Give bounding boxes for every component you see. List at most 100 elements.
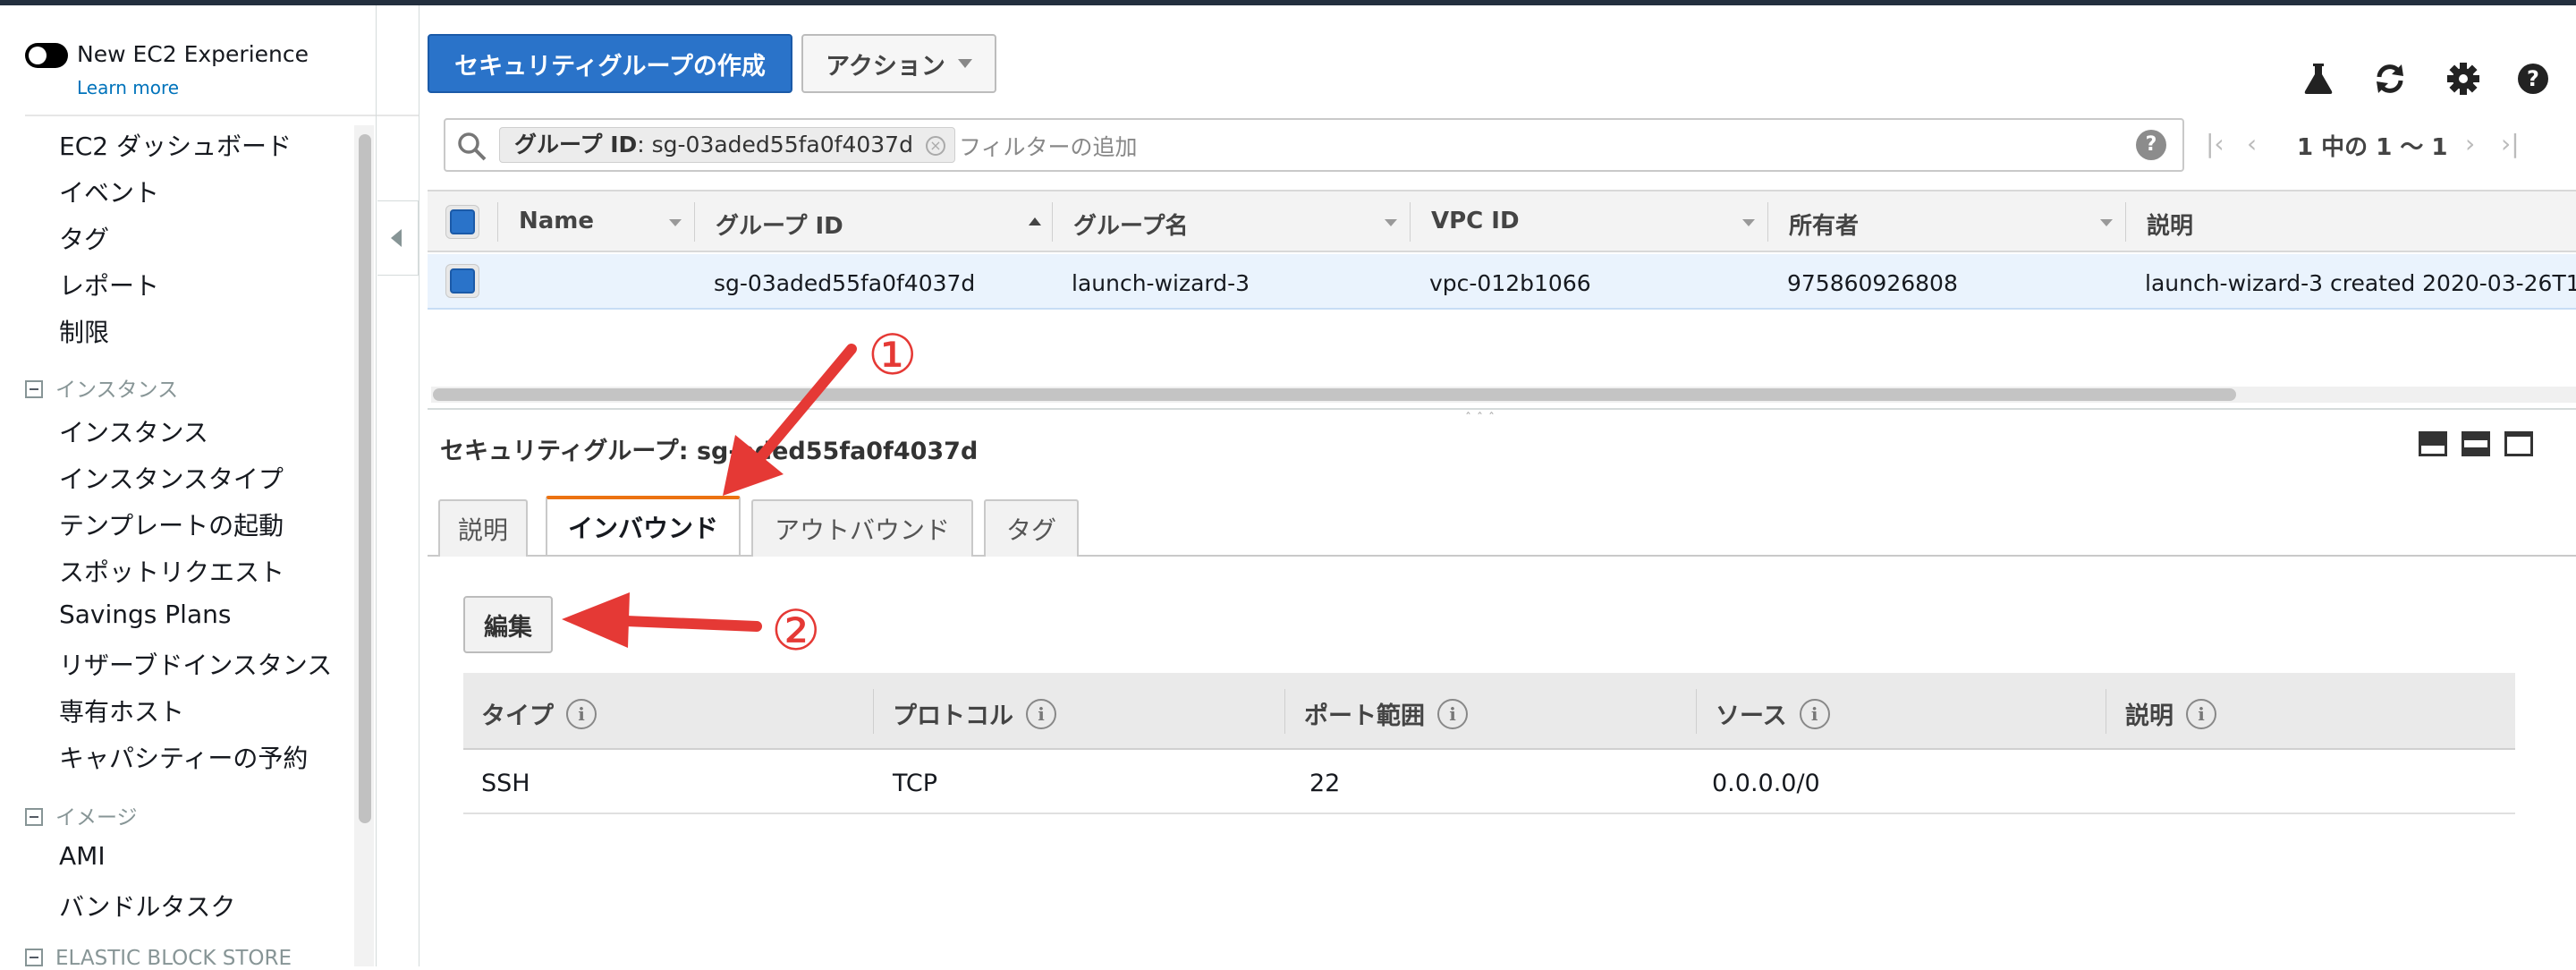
tab-inbound[interactable]: インバウンド — [546, 496, 741, 555]
inbound-rule-row: SSH TCP 22 0.0.0.0/0 — [463, 752, 2515, 814]
inbound-rules-header: タイプ i プロトコル i ポート範囲 i ソース i 説明 i — [463, 673, 2515, 750]
filter-chip-value: : sg-03aded55fa0f4037d — [637, 132, 913, 157]
cell-vpc-id: vpc-012b1066 — [1429, 270, 1591, 296]
first-page-icon[interactable]: |‹ — [2206, 129, 2224, 158]
tab-outbound[interactable]: アウトバウンド — [751, 499, 973, 557]
column-separator — [873, 689, 874, 734]
search-icon — [458, 132, 487, 161]
table-horizontal-scrollbar-thumb[interactable] — [433, 388, 2236, 401]
actions-label: アクション — [826, 52, 945, 81]
svg-text:?: ? — [2527, 66, 2539, 91]
section-label: イメージ — [55, 806, 138, 830]
refresh-icon[interactable] — [2370, 59, 2410, 98]
sidebar-item-ami[interactable]: AMI — [59, 841, 106, 871]
create-security-group-button[interactable]: セキュリティグループの作成 — [428, 34, 792, 93]
sidebar-item-limits[interactable]: 制限 — [59, 313, 109, 349]
sort-caret-icon[interactable] — [1742, 219, 1755, 226]
sidebar-item-reserved-instances[interactable]: リザーブドインスタンス — [59, 646, 332, 682]
column-header-vpc-id[interactable]: VPC ID — [1431, 208, 1520, 234]
collapse-sidebar-handle[interactable] — [377, 200, 419, 276]
sort-ascending-icon[interactable] — [1029, 217, 1041, 225]
info-icon[interactable]: i — [1437, 698, 1468, 729]
splitter-grip-icon[interactable]: ˆˆˆ — [1465, 412, 1500, 426]
sidebar-item-instances[interactable]: インスタンス — [59, 413, 208, 449]
close-icon[interactable]: × — [925, 136, 945, 156]
column-separator — [1284, 689, 1285, 734]
panel-splitter[interactable] — [428, 408, 2576, 410]
arrow-2 — [562, 592, 762, 648]
tabs-baseline — [428, 555, 2576, 557]
layout-bottom-icon[interactable] — [2419, 431, 2447, 456]
sort-caret-icon[interactable] — [1385, 219, 1397, 226]
rule-column-label: ソース — [1716, 702, 1787, 730]
filter-chip[interactable]: グループ ID: sg-03aded55fa0f4037d × — [499, 127, 955, 163]
next-page-icon[interactable]: › — [2465, 129, 2475, 158]
detail-title-prefix: セキュリティグループ: sg- — [440, 438, 739, 465]
rule-column-label: プロトコル — [893, 702, 1013, 730]
collapse-minus-icon[interactable] — [25, 380, 43, 398]
table-row[interactable]: sg-03aded55fa0f4037d launch-wizard-3 vpc… — [428, 254, 2576, 310]
collapse-minus-icon[interactable] — [25, 808, 43, 826]
sidebar-section-instances[interactable]: インスタンス — [25, 372, 178, 403]
collapse-minus-icon[interactable] — [25, 949, 43, 966]
info-icon[interactable]: i — [2186, 698, 2216, 729]
sidebar-scrollbar-thumb[interactable] — [359, 134, 371, 823]
last-page-icon[interactable]: ›| — [2501, 129, 2520, 158]
column-header-owner[interactable]: 所有者 — [1789, 208, 1859, 241]
sidebar-item-events[interactable]: イベント — [59, 174, 159, 209]
rule-cell-type: SSH — [481, 770, 530, 797]
gear-icon[interactable] — [2444, 59, 2483, 98]
column-separator — [1052, 202, 1053, 242]
new-experience-toggle[interactable] — [25, 43, 68, 68]
edit-button[interactable]: 編集 — [463, 596, 553, 653]
rule-column-label: 説明 — [2125, 702, 2174, 730]
column-header-name[interactable]: Name — [519, 208, 594, 234]
learn-more-link[interactable]: Learn more — [77, 77, 179, 98]
sidebar-item-capacity-reservations[interactable]: キャパシティーの予約 — [59, 739, 308, 775]
sidebar-item-instance-types[interactable]: インスタンスタイプ — [59, 460, 284, 496]
layout-middle-icon[interactable] — [2462, 431, 2490, 456]
row-checkbox[interactable] — [450, 268, 475, 294]
layout-top-icon[interactable] — [2504, 431, 2533, 456]
sidebar-section-ebs[interactable]: ELASTIC BLOCK STORE — [25, 947, 292, 970]
help-icon[interactable]: ? — [2136, 130, 2166, 160]
sidebar-item-reports[interactable]: レポート — [59, 267, 159, 302]
column-separator — [1410, 202, 1411, 242]
sidebar-item-bundle-tasks[interactable]: バンドルタスク — [59, 888, 235, 923]
rule-column-description: 説明 i — [2125, 696, 2216, 731]
prev-page-icon[interactable]: ‹ — [2247, 129, 2257, 158]
column-separator — [1696, 689, 1697, 734]
tab-description[interactable]: 説明 — [438, 499, 528, 557]
sidebar-item-dedicated-hosts[interactable]: 専有ホスト — [59, 693, 184, 728]
actions-dropdown-button[interactable]: アクション — [801, 34, 996, 93]
column-header-description[interactable]: 説明 — [2147, 208, 2193, 241]
cell-description: launch-wizard-3 created 2020-03-26T15 — [2145, 270, 2576, 296]
column-header-group-name[interactable]: グループ名 — [1073, 208, 1188, 241]
sort-caret-icon[interactable] — [669, 219, 682, 226]
detail-title-suffix: aded55fa0f4037d — [738, 438, 979, 465]
sort-caret-icon[interactable] — [2100, 219, 2113, 226]
select-all-checkbox[interactable] — [450, 209, 475, 234]
sidebar-item-savings-plans[interactable]: Savings Plans — [59, 600, 231, 629]
info-icon[interactable]: i — [566, 698, 597, 729]
arrow-1 — [723, 344, 857, 496]
sidebar-item-tags[interactable]: タグ — [59, 220, 109, 256]
column-header-group-id[interactable]: グループ ID — [716, 208, 843, 241]
sidebar-divider — [25, 115, 419, 116]
sidebar-section-images[interactable]: イメージ — [25, 800, 138, 830]
help-icon[interactable]: ? — [2513, 59, 2553, 98]
filter-add-input[interactable]: フィルターの追加 — [959, 130, 1138, 162]
tab-tags[interactable]: タグ — [984, 499, 1079, 557]
section-label: ELASTIC BLOCK STORE — [55, 947, 292, 970]
info-icon[interactable]: i — [1799, 698, 1830, 729]
sidebar-item-spot-requests[interactable]: スポットリクエスト — [59, 553, 284, 589]
sidebar-item-launch-templates[interactable]: テンプレートの起動 — [59, 506, 284, 542]
sidebar-item-ec2-dashboard[interactable]: EC2 ダッシュボード — [59, 127, 292, 163]
flask-icon[interactable] — [2299, 59, 2338, 98]
info-icon[interactable]: i — [1026, 698, 1056, 729]
rule-column-port-range: ポート範囲 i — [1304, 696, 1468, 731]
cell-owner: 975860926808 — [1787, 270, 1958, 296]
filter-search-bar[interactable]: グループ ID: sg-03aded55fa0f4037d × フィルターの追加… — [444, 118, 2184, 172]
table-header: Name グループ ID グループ名 VPC ID 所有者 説明 — [428, 190, 2576, 252]
rule-column-label: タイプ — [481, 702, 554, 730]
